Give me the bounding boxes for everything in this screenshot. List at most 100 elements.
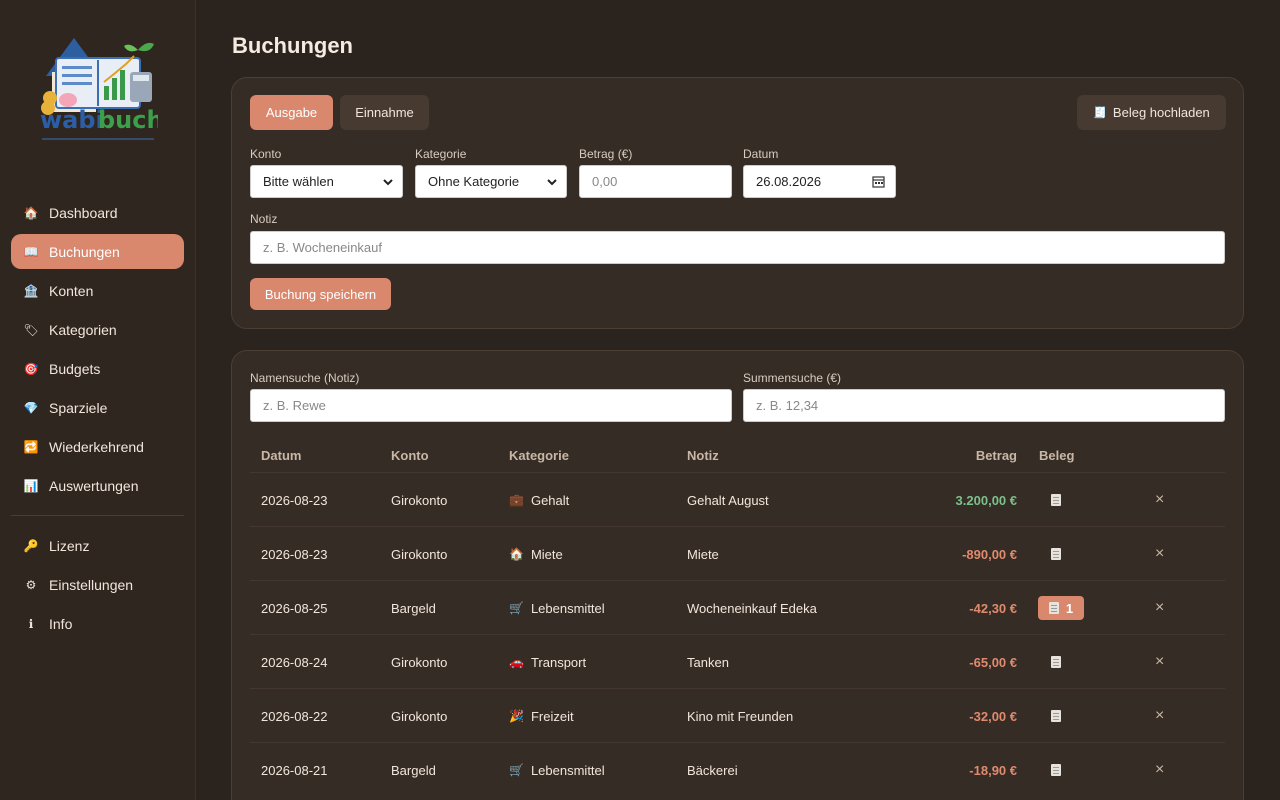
table-row[interactable]: 2026-08-24 Girokonto 🚗 Transport Tanken -65,0… (250, 634, 1225, 688)
category-icon: 🛒 (509, 601, 524, 615)
cell-notiz: Bäckerei (687, 762, 738, 778)
cell-konto: Girokonto (391, 546, 448, 562)
kategorie-select[interactable]: Ohne Kategorie (415, 165, 567, 198)
cell-beleg (1038, 527, 1098, 581)
save-booking-button[interactable]: Buchung speichern (250, 278, 391, 310)
sidebar-item-label: Buchungen (49, 243, 120, 260)
datum-input-value: 26.08.2026 (756, 174, 822, 189)
delete-button[interactable]: × (1155, 581, 1175, 635)
table-row[interactable]: 2026-08-23 Girokonto 🏠 Miete Miete -890,00 € × (250, 526, 1225, 580)
document-icon[interactable] (1051, 764, 1061, 776)
cell-notiz: Kino mit Freunden (687, 708, 794, 724)
sum-search-input[interactable]: z. B. 12,34 (743, 389, 1225, 422)
document-icon (1048, 602, 1059, 614)
chevron-down-icon (547, 179, 557, 186)
sidebar-item-budgets[interactable]: 🎯 Budgets (11, 351, 184, 386)
notiz-input[interactable]: z. B. Wocheneinkauf (250, 231, 1225, 264)
column-header-notiz[interactable]: Notiz (687, 448, 719, 463)
category-icon: 🚗 (509, 655, 524, 669)
cell-datum: 2026-08-23 (261, 546, 328, 562)
sidebar-nav: 🏠 Dashboard 📖 Buchungen 🏦 Konten 🏷 Kateg… (11, 195, 184, 645)
sidebar-item-label: Wiederkehrend (49, 438, 144, 455)
cell-datum: 2026-08-21 (261, 762, 328, 778)
cell-betrag: -890,00 € (962, 546, 1017, 562)
delete-button[interactable]: × (1155, 473, 1175, 527)
cell-konto: Girokonto (391, 492, 448, 508)
sidebar-item-label: Sparziele (49, 399, 108, 416)
target-icon: 🎯 (23, 361, 39, 376)
upload-receipt-button[interactable]: 🧾 Beleg hochladen (1077, 95, 1226, 130)
column-header-betrag[interactable]: Betrag (960, 448, 1017, 463)
sidebar-item-label: Info (49, 615, 73, 632)
delete-button[interactable]: × (1155, 743, 1175, 797)
cell-beleg (1038, 743, 1098, 797)
name-search-label: Namensuche (Notiz) (250, 371, 360, 385)
receipt-badge[interactable]: 1 (1038, 596, 1084, 620)
sidebar-item-lizenz[interactable]: 🔑 Lizenz (11, 528, 184, 563)
chart-icon: 📊 (23, 478, 39, 493)
sidebar-item-info[interactable]: ℹ Info (11, 606, 184, 641)
cell-beleg (1038, 473, 1098, 527)
sidebar-item-dashboard[interactable]: 🏠 Dashboard (11, 195, 184, 230)
calendar-icon[interactable] (872, 175, 885, 188)
sidebar-divider (11, 515, 184, 516)
category-icon: 🏠 (509, 547, 524, 561)
category-icon: 🎉 (509, 709, 524, 723)
sidebar-item-kategorien[interactable]: 🏷 Kategorien (11, 312, 184, 347)
cell-datum: 2026-08-22 (261, 708, 328, 724)
datum-input[interactable]: 26.08.2026 (743, 165, 896, 198)
category-label: Freizeit (530, 708, 574, 724)
sidebar-item-wiederkehrend[interactable]: 🔁 Wiederkehrend (11, 429, 184, 464)
konto-label: Konto (250, 147, 282, 161)
document-icon[interactable] (1051, 548, 1061, 560)
delete-button[interactable]: × (1155, 689, 1175, 743)
document-icon[interactable] (1051, 710, 1061, 722)
konto-select[interactable]: Bitte wählen (250, 165, 403, 198)
delete-button[interactable]: × (1155, 635, 1175, 689)
column-header-beleg[interactable]: Beleg (1039, 448, 1074, 463)
cell-beleg (1038, 689, 1098, 743)
delete-button[interactable]: × (1155, 527, 1175, 581)
cell-konto: Girokonto (391, 708, 448, 724)
sidebar-item-label: Konten (49, 282, 94, 299)
betrag-label: Betrag (€) (579, 147, 633, 161)
column-header-konto[interactable]: Konto (391, 448, 429, 463)
sidebar-item-auswertungen[interactable]: 📊 Auswertungen (11, 468, 184, 503)
kategorie-select-value: Ohne Kategorie (428, 174, 520, 189)
category-icon: 🛒 (509, 763, 524, 777)
document-icon[interactable] (1051, 656, 1061, 668)
income-toggle-button[interactable]: Einnahme (340, 95, 429, 130)
cell-datum: 2026-08-23 (261, 492, 328, 508)
app-logo[interactable]: wabi buch (38, 36, 158, 152)
table-row[interactable]: 2026-08-22 Girokonto 🎉 Freizeit Kino mit Fre… (250, 688, 1225, 742)
name-search-input[interactable]: z. B. Rewe (250, 389, 732, 422)
sidebar-item-sparziele[interactable]: 💎 Sparziele (11, 390, 184, 425)
table-row[interactable]: 2026-08-23 Girokonto 💼 Gehalt Gehalt August 3… (250, 472, 1225, 526)
cell-konto: Bargeld (391, 762, 436, 778)
datum-label: Datum (743, 147, 779, 161)
sidebar-item-einstellungen[interactable]: ⚙ Einstellungen (11, 567, 184, 602)
cell-betrag: -42,30 € (969, 600, 1017, 616)
category-icon: 💼 (509, 493, 524, 507)
document-icon[interactable] (1051, 494, 1061, 506)
category-label: Transport (530, 654, 587, 670)
cell-kategorie: 🛒 Lebensmittel (509, 743, 679, 797)
column-header-datum[interactable]: Datum (261, 448, 301, 463)
sidebar-item-konten[interactable]: 🏦 Konten (11, 273, 184, 308)
table-row[interactable]: 2026-08-25 Bargeld 🛒 Lebensmittel Wocheneink… (250, 580, 1225, 634)
konto-select-value: Bitte wählen (263, 174, 334, 189)
info-icon: ℹ (28, 616, 34, 631)
cell-betrag: -32,00 € (969, 708, 1017, 724)
betrag-input[interactable]: 0,00 (579, 165, 732, 198)
page-title: Buchungen (232, 33, 353, 58)
sidebar: wabi buch 🏠 Dashboard 📖 Buchungen 🏦 Kont… (0, 0, 196, 800)
cell-datum: 2026-08-24 (261, 654, 328, 670)
tag-icon: 🏷 (23, 322, 39, 337)
kategorie-label: Kategorie (415, 147, 467, 161)
expense-toggle-button[interactable]: Ausgabe (250, 95, 333, 130)
sidebar-item-buchungen[interactable]: 📖 Buchungen (11, 234, 184, 269)
column-header-kategorie[interactable]: Kategorie (509, 448, 569, 463)
cell-notiz: Gehalt August (687, 492, 769, 508)
table-row[interactable]: 2026-08-21 Bargeld 🛒 Lebensmittel Bäckerei -1… (250, 742, 1225, 796)
sidebar-item-label: Dashboard (49, 204, 118, 221)
